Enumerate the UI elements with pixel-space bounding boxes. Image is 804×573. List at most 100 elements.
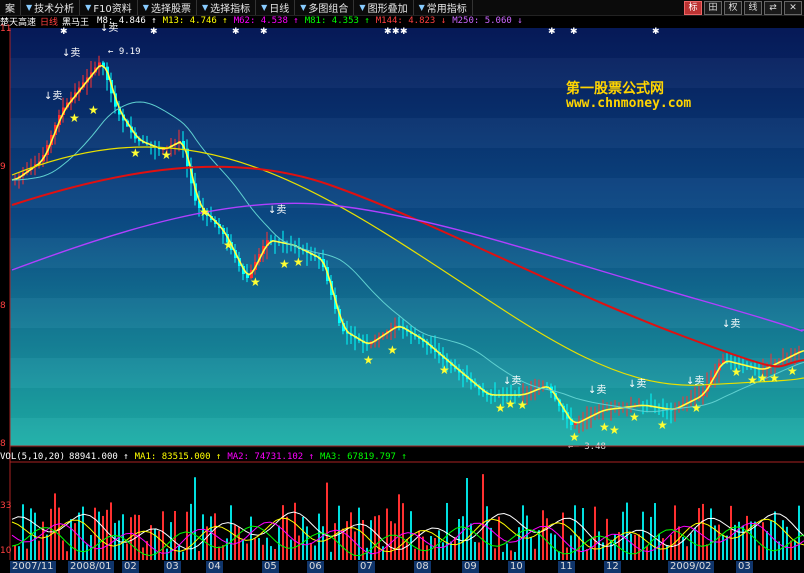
volume-bar	[494, 548, 496, 560]
volume-bar	[394, 523, 396, 560]
volume-bar	[706, 544, 708, 560]
volume-bar	[650, 516, 652, 560]
volume-bar	[794, 540, 796, 560]
volume-bar	[14, 545, 16, 560]
volume-axis-label: 33	[0, 501, 11, 511]
volume-bar	[98, 511, 100, 560]
top-marker-icon: ✱	[392, 27, 400, 37]
volume-bar	[106, 509, 108, 560]
volume-bar	[530, 536, 532, 560]
volume-bar	[582, 507, 584, 560]
volume-bar	[234, 525, 236, 560]
sell-signal-label: ↓卖	[268, 204, 286, 216]
volume-bar	[154, 528, 156, 560]
volume-bar	[626, 502, 628, 560]
volume-bar	[514, 551, 516, 560]
volume-bar	[262, 544, 264, 560]
volume-bar	[702, 503, 704, 560]
volume-bar	[226, 538, 228, 560]
volume-bar	[266, 537, 268, 560]
price-chart[interactable]: ★★★ ★★★★★ ★★★★★ ★ ★★★ ★★★★★★ ★ ★ ★↓卖↓卖↓卖↓卖↓卖↓卖↓卖…	[0, 0, 804, 573]
top-marker-icon: ✱	[652, 27, 660, 37]
volume-bar	[246, 543, 248, 560]
buy-star-icon: ★	[88, 103, 99, 117]
volume-bar	[126, 543, 128, 560]
sell-signal-label: ↓卖	[722, 318, 740, 330]
volume-bar	[286, 516, 288, 560]
buy-star-icon: ★	[787, 364, 798, 378]
buy-star-icon: ★	[731, 365, 742, 379]
volume-bar	[258, 538, 260, 560]
top-marker-icon: ✱	[60, 27, 68, 37]
volume-bar	[402, 503, 404, 560]
volume-bar	[498, 516, 500, 560]
volume-bar	[470, 523, 472, 560]
volume-bar	[314, 545, 316, 560]
volume-bar	[366, 547, 368, 560]
volume-bar	[70, 519, 72, 560]
volume-bar	[218, 546, 220, 560]
volume-bar	[482, 474, 484, 560]
buy-star-icon: ★	[691, 401, 702, 415]
volume-bar	[250, 516, 252, 560]
volume-bar	[486, 506, 488, 560]
volume-ma-value-3: MA3: 67819.797 ↑	[320, 452, 407, 462]
buy-star-icon: ★	[363, 353, 374, 367]
date-axis-label: 02	[122, 561, 139, 573]
volume-bar	[274, 548, 276, 560]
volume-bar	[46, 534, 48, 560]
date-axis-label: 2007/11	[10, 561, 56, 573]
volume-ma-value-0: 88941.000 ↑	[69, 452, 129, 462]
volume-bar	[506, 543, 508, 560]
buy-star-icon: ★	[161, 148, 172, 162]
volume-bar	[114, 522, 116, 560]
volume-bar	[386, 508, 388, 560]
volume-bar	[86, 544, 88, 560]
volume-bar	[746, 515, 748, 560]
date-axis: 2007/11 2008/01 02 03 04 05 06 07 08 09 10 11 12 2009…	[0, 561, 804, 573]
volume-bar	[322, 526, 324, 560]
date-axis-label: 04	[206, 561, 223, 573]
volume-bar	[130, 517, 132, 560]
buy-star-icon: ★	[657, 418, 668, 432]
buy-star-icon: ★	[293, 255, 304, 269]
volume-bar	[466, 478, 468, 560]
buy-star-icon: ★	[130, 146, 141, 160]
volume-bar	[174, 510, 176, 560]
volume-bar	[310, 542, 312, 560]
date-axis-label: 03	[736, 561, 753, 573]
volume-bar	[294, 502, 296, 560]
date-axis-label: 03	[164, 561, 181, 573]
volume-bar	[122, 514, 124, 560]
volume-bar	[730, 505, 732, 560]
volume-bar	[490, 527, 492, 560]
sell-signal-label: ↓卖	[503, 375, 521, 387]
buy-star-icon: ★	[439, 363, 450, 377]
buy-star-icon: ★	[769, 371, 780, 385]
volume-bar	[474, 541, 476, 560]
volume-bar	[786, 526, 788, 560]
volume-bar	[302, 517, 304, 560]
volume-bar	[510, 550, 512, 560]
top-marker-icon: ✱	[260, 27, 268, 37]
watermark-url: www.chnmoney.com	[566, 96, 692, 111]
volume-bar	[54, 493, 56, 560]
price-axis-label: 11	[0, 24, 11, 34]
buy-star-icon: ★	[505, 397, 516, 411]
volume-bar	[502, 551, 504, 560]
volume-bar	[690, 533, 692, 560]
volume-bar	[178, 544, 180, 560]
volume-ma-value-2: MA2: 74731.102 ↑	[227, 452, 315, 462]
volume-bar	[770, 521, 772, 560]
volume-bar	[454, 537, 456, 560]
buy-star-icon: ★	[279, 257, 290, 271]
date-axis-label: 2009/02	[668, 561, 714, 573]
volume-bar	[722, 534, 724, 560]
volume-bar	[554, 534, 556, 560]
volume-bar	[382, 546, 384, 560]
volume-bar	[190, 503, 192, 560]
volume-bar	[790, 540, 792, 560]
top-marker-icon: ✱	[150, 27, 158, 37]
date-axis-label: 07	[358, 561, 375, 573]
sell-signal-label: ↓卖	[100, 22, 118, 34]
